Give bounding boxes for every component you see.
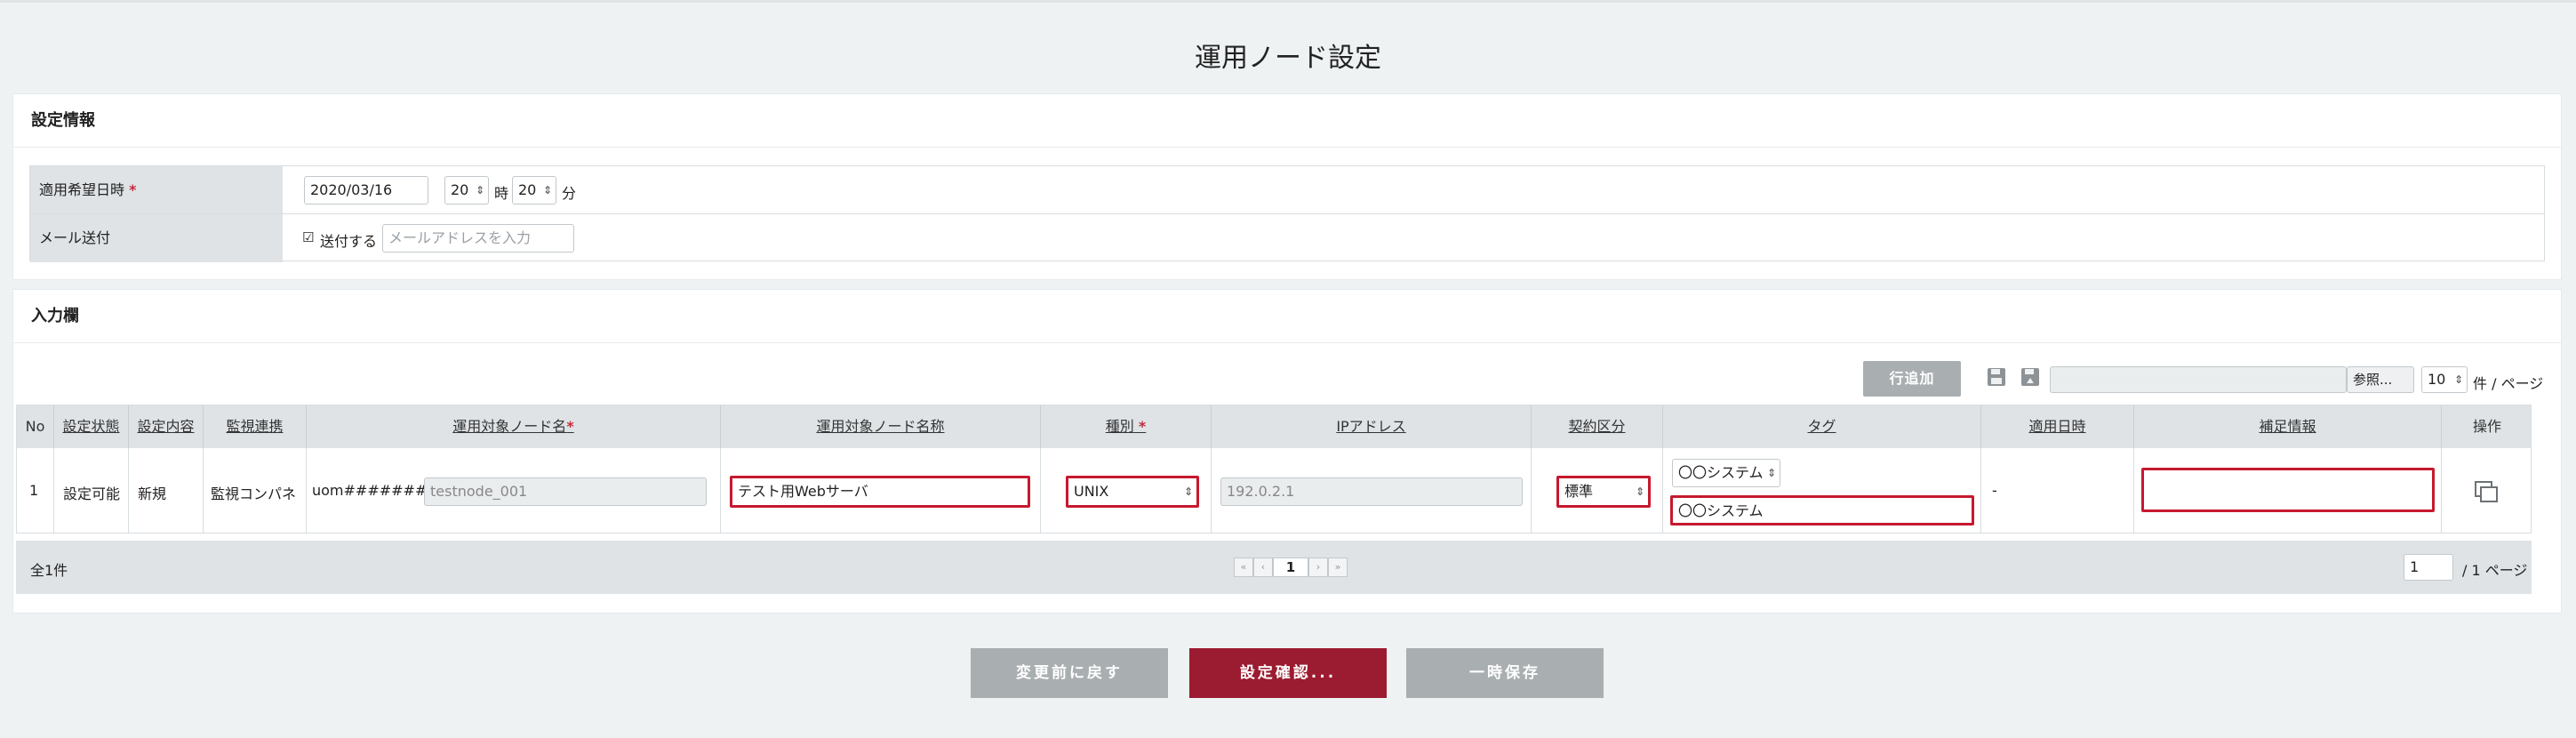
tag-input[interactable]: 〇〇システム	[1670, 495, 1974, 525]
row-content-cell: 新規	[129, 448, 204, 533]
col-note[interactable]: 補足情報	[2134, 405, 2442, 448]
file-path-input[interactable]	[2050, 366, 2347, 393]
per-page-select[interactable]: 10	[2421, 366, 2468, 393]
row-node-label-cell: テスト用Webサーバ	[721, 448, 1041, 533]
save-draft-button[interactable]: 一時保存	[1406, 648, 1604, 698]
hour-select[interactable]: 20	[444, 176, 489, 205]
top-divider	[0, 0, 2576, 3]
pager-next[interactable]: ›	[1308, 558, 1328, 577]
apply-date-input[interactable]: 2020/03/16	[304, 176, 428, 205]
minute-unit: 分	[562, 185, 577, 202]
add-row-button[interactable]: 行追加	[1863, 361, 1961, 397]
col-contract[interactable]: 契約区分	[1532, 405, 1663, 448]
mail-label: メール送付	[30, 214, 283, 262]
node-name-input[interactable]: testnode_001	[424, 477, 707, 506]
row-ops-cell	[2442, 448, 2532, 533]
input-heading: 入力欄	[13, 290, 2561, 343]
row-contract-cell: 標準	[1532, 448, 1663, 533]
tag-select[interactable]: 〇〇システム	[1672, 459, 1780, 487]
confirm-button[interactable]: 設定確認...	[1189, 648, 1387, 698]
ip-input[interactable]: 192.0.2.1	[1220, 477, 1523, 506]
row-node-name-cell: uom########_ testnode_001	[307, 448, 721, 533]
row-monitor-cell: 監視コンパネ	[204, 448, 307, 533]
contract-select[interactable]: 標準	[1556, 476, 1651, 508]
minute-select[interactable]: 20	[512, 176, 556, 205]
settings-panel: 設定情報 適用希望日時 * 2020/03/16 20 時 20 分 メール送付…	[12, 93, 2562, 280]
col-monitor[interactable]: 監視連携	[204, 405, 307, 448]
pager-first[interactable]: «	[1234, 558, 1253, 577]
pager-last[interactable]: »	[1328, 558, 1348, 577]
settings-form: 適用希望日時 * 2020/03/16 20 時 20 分 メール送付 ☑ 送付…	[29, 165, 2545, 262]
col-status[interactable]: 設定状態	[54, 405, 129, 448]
settings-heading: 設定情報	[13, 94, 2561, 148]
kind-select[interactable]: UNIX	[1066, 476, 1199, 508]
node-label-input[interactable]: テスト用Webサーバ	[730, 476, 1030, 508]
mail-checkbox[interactable]: ☑	[302, 229, 314, 245]
col-tag[interactable]: タグ	[1663, 405, 1981, 448]
row-apply-date-cell: -	[1981, 448, 2134, 533]
apply-date-label: 適用希望日時 *	[30, 166, 283, 213]
browse-button[interactable]: 参照...	[2347, 366, 2414, 393]
apply-date-row: 適用希望日時 * 2020/03/16 20 時 20 分	[30, 166, 2544, 214]
col-content[interactable]: 設定内容	[129, 405, 204, 448]
mail-row: メール送付 ☑ 送付する メールアドレスを入力	[30, 214, 2544, 262]
col-ip[interactable]: IPアドレス	[1212, 405, 1532, 448]
page-title: 運用ノード設定	[1195, 43, 1381, 74]
col-node-label[interactable]: 運用対象ノード名称	[721, 405, 1041, 448]
mail-check-label: 送付する	[320, 233, 378, 250]
pager-current[interactable]: 1	[1273, 558, 1308, 577]
per-page-suffix: 件 / ページ	[2473, 375, 2544, 392]
row-no-cell: 1	[17, 448, 54, 533]
col-node-name[interactable]: 運用対象ノード名*	[307, 405, 721, 448]
table-header: No 設定状態 設定内容 監視連携 運用対象ノード名* 運用対象ノード名称 種別…	[17, 405, 2531, 448]
pager-bar: 全1件 « ‹ 1 › » 1 / 1 ページ	[16, 541, 2532, 594]
col-ops: 操作	[2472, 418, 2501, 435]
floppy-disk-icon[interactable]	[1986, 366, 2007, 388]
row-tag-cell: 〇〇システム 〇〇システム	[1663, 448, 1981, 533]
page-number-input[interactable]: 1	[2404, 554, 2453, 581]
mail-address-input[interactable]: メールアドレスを入力	[382, 224, 574, 253]
floppy-load-icon[interactable]	[2020, 366, 2041, 388]
row-status-cell: 設定可能	[54, 448, 129, 533]
col-apply-date[interactable]: 適用日時	[1981, 405, 2134, 448]
page-suffix: / 1 ページ	[2462, 562, 2528, 579]
col-no: No	[17, 405, 54, 448]
row-ip-cell: 192.0.2.1	[1212, 448, 1532, 533]
hour-unit: 時	[494, 185, 509, 202]
note-textarea[interactable]	[2141, 468, 2435, 512]
col-kind[interactable]: 種別 *	[1041, 405, 1212, 448]
revert-button[interactable]: 変更前に戻す	[971, 648, 1168, 698]
pager-prev[interactable]: ‹	[1253, 558, 1273, 577]
row-note-cell	[2134, 448, 2442, 533]
row-kind-cell: UNIX	[1041, 448, 1212, 533]
total-count: 全1件	[30, 562, 68, 579]
node-table: No 設定状態 設定内容 監視連携 運用対象ノード名* 運用対象ノード名称 種別…	[16, 405, 2532, 533]
copy-icon[interactable]	[2474, 480, 2499, 503]
